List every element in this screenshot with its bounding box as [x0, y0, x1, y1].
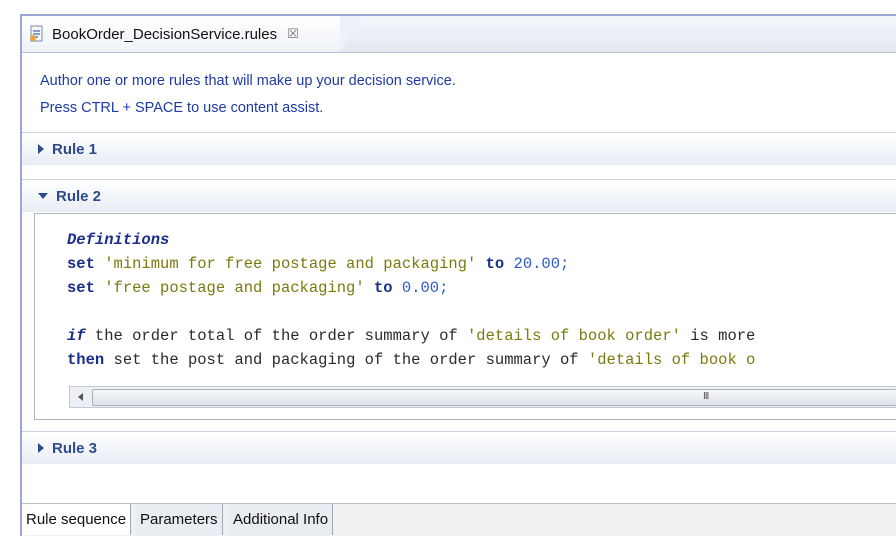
- chevron-down-icon: [38, 193, 48, 199]
- bottom-tab-bar: Rule sequence Parameters Additional Info: [22, 503, 896, 536]
- chevron-right-icon: [38, 144, 44, 154]
- scroll-thumb[interactable]: III: [92, 389, 896, 406]
- scroll-left-button[interactable]: [70, 387, 90, 407]
- code-line-4: if the order total of the order summary …: [67, 327, 756, 345]
- code-line-2: set 'minimum for free postage and packag…: [67, 255, 570, 273]
- code-line-1: Definitions: [67, 231, 170, 249]
- editor-tab-bar: BookOrder_DecisionService.rules ☒: [22, 16, 896, 53]
- rules-file-icon: [28, 25, 46, 43]
- rule-2-header[interactable]: Rule 2: [22, 179, 896, 212]
- rule-3-header[interactable]: Rule 3: [22, 431, 896, 464]
- editor-tab[interactable]: BookOrder_DecisionService.rules ☒: [22, 16, 362, 52]
- horizontal-scrollbar[interactable]: III: [69, 386, 896, 408]
- editor-intro: Author one or more rules that will make …: [40, 68, 456, 122]
- intro-line-2: Press CTRL + SPACE to use content assist…: [40, 100, 324, 116]
- rule-1-header[interactable]: Rule 1: [22, 132, 896, 165]
- code-line-5: then set the post and packaging of the o…: [67, 351, 756, 369]
- grip-icon: III: [703, 391, 709, 402]
- rule-3-label: Rule 3: [52, 439, 98, 457]
- editor-tab-title: BookOrder_DecisionService.rules: [52, 25, 278, 43]
- rule-code[interactable]: Definitions set 'minimum for free postage…: [67, 228, 755, 372]
- rule-1-label: Rule 1: [52, 140, 98, 158]
- rule-2-code-editor[interactable]: Definitions set 'minimum for free postage…: [34, 213, 896, 420]
- tab-rule-sequence[interactable]: Rule sequence: [22, 504, 132, 535]
- rules-editor: BookOrder_DecisionService.rules ☒ Author…: [20, 14, 896, 536]
- tab-additional-info[interactable]: Additional Info: [229, 504, 334, 535]
- chevron-right-icon: [38, 443, 44, 453]
- tab-parameters[interactable]: Parameters: [136, 504, 223, 535]
- intro-line-1: Author one or more rules that will make …: [40, 73, 456, 89]
- close-icon[interactable]: ☒: [287, 26, 299, 42]
- code-line-3: set 'free postage and packaging' to 0.00…: [67, 279, 449, 297]
- rule-2-label: Rule 2: [56, 187, 102, 205]
- arrow-left-icon: [77, 393, 83, 401]
